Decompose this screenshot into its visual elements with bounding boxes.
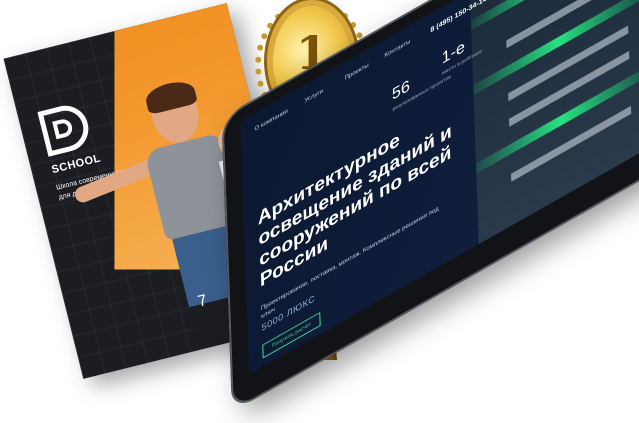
- building-photo: [469, 0, 639, 245]
- promo-scene: SCHOOL Школа современных танцев для дете…: [0, 0, 639, 423]
- nav-item-about[interactable]: О компании: [254, 108, 287, 133]
- nav-item-contacts[interactable]: Контакты: [384, 39, 410, 60]
- nav-item-services[interactable]: Услуги: [304, 88, 323, 104]
- nav-item-projects[interactable]: Проекты: [344, 62, 368, 82]
